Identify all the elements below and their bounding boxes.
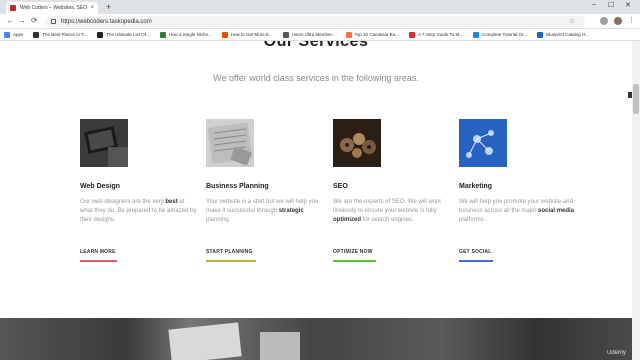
bookmark-icon (473, 31, 480, 38)
url-field[interactable]: https://webcoders.taskopedia.com ☆ (45, 16, 585, 27)
services-section: Our Services We offer world class servic… (0, 41, 632, 360)
bookmark-label: The Best Places to T... (42, 32, 88, 37)
bookmark-label: Complete Tutorial Or... (482, 32, 528, 37)
bookmark-icon (221, 31, 228, 38)
bookmark-item[interactable]: How to Get More E... (221, 31, 273, 38)
bookmarks-bar: Apps The Best Places to T... The Ultimate … (0, 29, 640, 41)
watermark-logo: Udemy (606, 350, 626, 356)
tab-bar: Web Coders – Websites, SEO, Tr... × + – … (0, 0, 640, 14)
service-web-design: Web Design Our web designers are the ver… (80, 119, 198, 262)
link-underline (206, 260, 256, 262)
bookmark-label: Apps (13, 32, 24, 37)
service-title: Web Design (80, 183, 120, 190)
avatar[interactable] (614, 17, 622, 25)
bookmark-item[interactable]: The Best Places to T... (33, 31, 88, 38)
bookmark-item[interactable]: Blueprint Catalog H... (537, 31, 589, 38)
bookmark-label: Top 10 Camtasia Bu... (354, 32, 399, 37)
lock-icon (51, 19, 56, 24)
marketing-thumbnail (459, 119, 507, 167)
service-title: Business Planning (206, 183, 269, 190)
url-text: https://webcoders.taskopedia.com (61, 18, 152, 25)
bookmark-item[interactable]: The Ultimate List Of... (97, 31, 150, 38)
section-heading: Our Services (263, 41, 369, 50)
bookmark-item[interactable]: Users Ultra Member... (282, 31, 336, 38)
minimize-button[interactable]: – (592, 1, 596, 8)
bookmark-label: Blueprint Catalog H... (546, 32, 589, 37)
scrollbar[interactable] (632, 41, 640, 360)
bookmark-item[interactable]: A 7-Step Guide To M... (408, 31, 464, 38)
bookmark-icon (408, 31, 415, 38)
service-title: SEO (333, 183, 348, 190)
bookmark-label: The Ultimate List Of... (106, 32, 150, 37)
optimize-now-link[interactable]: OPTIMIZE NOW (333, 249, 373, 255)
reload-button[interactable]: ⟳ (31, 16, 38, 26)
bookmark-item[interactable]: Top 10 Camtasia Bu... (345, 31, 399, 38)
paper-shape (260, 332, 300, 360)
bookmark-label: How a Single Niche... (168, 32, 212, 37)
service-title: Marketing (459, 183, 493, 190)
bookmark-item[interactable]: Complete Tutorial Or... (473, 31, 528, 38)
close-window-button[interactable]: ✕ (625, 1, 631, 9)
bookmark-icon (97, 31, 104, 38)
tab-close-icon[interactable]: × (90, 5, 94, 11)
start-planning-link[interactable]: START PLANNING (206, 249, 253, 255)
service-seo: SEO We are the experts of SEO. We will w… (333, 119, 451, 262)
address-bar-row: ← → ⟳ https://webcoders.taskopedia.com ☆… (0, 14, 640, 29)
bookmark-icon (537, 31, 544, 38)
service-description: Our web designers are the very best at w… (80, 199, 197, 223)
bookmark-label: A 7-Step Guide To M... (417, 32, 464, 37)
bookmark-label: Users Ultra Member... (291, 32, 336, 37)
service-description: We will help you promote your website an… (459, 199, 575, 223)
bookmark-label: How to Get More E... (230, 32, 273, 37)
get-social-link[interactable]: GET SOCIAL (459, 249, 492, 255)
browser-tab[interactable]: Web Coders – Websites, SEO, Tr... × (6, 2, 98, 14)
bookmark-item[interactable]: How a Single Niche... (159, 31, 212, 38)
bookmark-icon (159, 31, 166, 38)
site-favicon-icon (10, 5, 16, 11)
link-underline (80, 260, 117, 262)
bookmark-icon (33, 31, 40, 38)
learn-more-link[interactable]: LEARN MORE (80, 249, 116, 255)
bookmark-icon (282, 31, 289, 38)
new-tab-button[interactable]: + (106, 2, 111, 12)
link-underline (333, 260, 376, 262)
service-description: We are the experts of SEO. We will work … (333, 199, 442, 223)
scrollbar-thumb[interactable] (633, 84, 639, 114)
background-photo: Udemy (0, 318, 632, 360)
seo-thumbnail (333, 119, 381, 167)
extension-icon[interactable] (600, 17, 608, 25)
service-business-planning: Business Planning Your website is a star… (206, 119, 324, 262)
web-design-thumbnail (80, 119, 128, 167)
service-marketing: Marketing We will help you promote your … (459, 119, 577, 262)
forward-button[interactable]: → (18, 16, 26, 26)
tab-title: Web Coders – Websites, SEO, Tr... (20, 5, 88, 11)
bookmark-star-icon[interactable]: ☆ (569, 17, 575, 25)
link-underline (459, 260, 493, 262)
bookmark-item[interactable]: Apps (4, 31, 24, 38)
back-button[interactable]: ← (6, 16, 14, 26)
bookmark-icon (345, 31, 352, 38)
paper-shape (168, 322, 242, 360)
business-planning-thumbnail (206, 119, 254, 167)
mouse-cursor-icon (628, 92, 632, 98)
menu-icon[interactable]: ⋮ (628, 16, 635, 26)
bookmark-icon (4, 31, 10, 38)
service-description: Your website is a start but we will help… (206, 199, 319, 223)
section-subheading: We offer world class services in the fol… (213, 73, 419, 83)
maximize-button[interactable]: ☐ (608, 1, 614, 9)
